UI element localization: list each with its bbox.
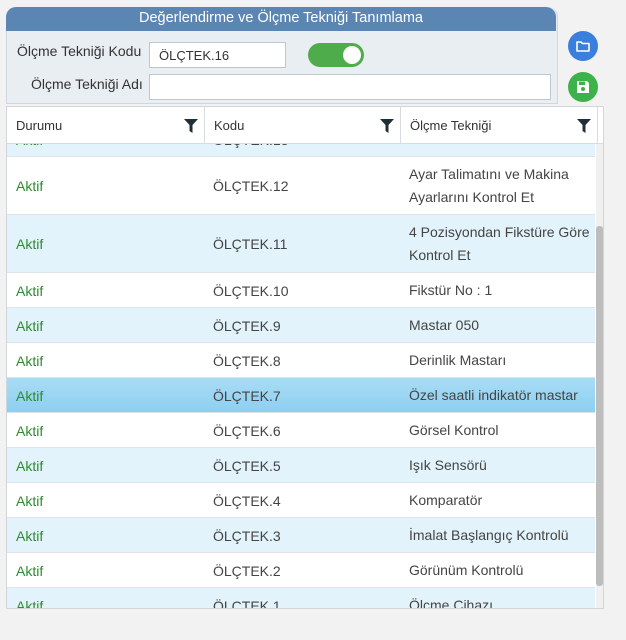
filter-icon[interactable] [380, 119, 394, 133]
save-icon [577, 81, 589, 93]
row-technique: Derinlik Mastarı [409, 352, 507, 368]
table-row[interactable]: Aktif ÖLÇTEK.10 Fikstür No : 1 [7, 273, 595, 308]
table-row[interactable]: Aktif ÖLÇTEK.5 Işık Sensörü [7, 448, 595, 483]
open-button[interactable] [568, 31, 598, 61]
row-technique: Mastar 050 [409, 317, 480, 333]
row-technique: Sensör ile Kontrol [409, 144, 591, 151]
row-code: ÖLÇTEK.8 [213, 353, 281, 369]
row-code: ÖLÇTEK.7 [213, 388, 281, 404]
row-status: Aktif [16, 528, 44, 544]
row-status: Aktif [16, 388, 44, 404]
row-technique: İmalat Başlangıç Kontrolü [409, 527, 569, 543]
row-technique: Görünüm Kontrolü [409, 562, 524, 578]
row-technique: Ölçme Cihazı [409, 597, 494, 608]
table-row[interactable]: Aktif ÖLÇTEK.1 Ölçme Cihazı [7, 588, 595, 608]
table-row[interactable]: Aktif ÖLÇTEK.7 Özel saatli indikatör masta… [7, 378, 595, 413]
code-label: Ölçme Tekniği Kodu [17, 43, 142, 59]
row-status: Aktif [16, 458, 44, 474]
active-toggle[interactable] [308, 43, 364, 67]
grid-body: Aktif ÖLÇTEK.13 Sensör ile Kontrol Aktif ÖLÇ… [7, 144, 595, 608]
row-code: ÖLÇTEK.1 [213, 598, 281, 608]
table-row[interactable]: Aktif ÖLÇTEK.8 Derinlik Mastarı [7, 343, 595, 378]
row-code: ÖLÇTEK.11 [213, 236, 288, 252]
save-button[interactable] [568, 72, 598, 102]
folder-icon [576, 41, 590, 52]
row-status: Aktif [16, 493, 44, 509]
row-status: Aktif [16, 144, 43, 148]
page-title: Değerlendirme ve Ölçme Tekniği Tanımlama [6, 7, 556, 31]
row-status: Aktif [16, 353, 44, 369]
table-row[interactable]: Aktif ÖLÇTEK.12 Ayar Talimatını ve Makina … [7, 157, 595, 215]
grid-header: Durumu Kodu Ölçme Tekniği [7, 107, 603, 144]
name-input[interactable] [149, 74, 551, 100]
vertical-scrollbar[interactable] [596, 144, 603, 608]
row-code: ÖLÇTEK.6 [213, 423, 281, 439]
row-code: ÖLÇTEK.4 [213, 493, 281, 509]
column-header-label: Ölçme Tekniği [410, 118, 492, 133]
code-input[interactable] [149, 42, 286, 68]
row-technique: Fikstür No : 1 [409, 282, 493, 298]
row-code: ÖLÇTEK.10 [213, 283, 289, 299]
toggle-knob [343, 46, 361, 64]
table-row[interactable]: Aktif ÖLÇTEK.4 Komparatör [7, 483, 595, 518]
name-label: Ölçme Tekniği Adı [31, 76, 143, 92]
row-status: Aktif [16, 318, 44, 334]
column-header-label: Durumu [16, 118, 63, 133]
row-code: ÖLÇTEK.12 [213, 178, 289, 194]
row-technique: Ayar Talimatını ve Makina Ayarlarını Kon… [409, 166, 569, 205]
table-row[interactable]: Aktif ÖLÇTEK.3 İmalat Başlangıç Kontrolü [7, 518, 595, 553]
row-code: ÖLÇTEK.9 [213, 318, 281, 334]
table-row[interactable]: Aktif ÖLÇTEK.2 Görünüm Kontrolü [7, 553, 595, 588]
row-status: Aktif [16, 598, 44, 608]
column-header-label: Kodu [214, 118, 245, 133]
row-technique: Işık Sensörü [409, 457, 487, 473]
row-technique: Komparatör [409, 492, 483, 508]
row-code: ÖLÇTEK.2 [213, 563, 281, 579]
row-technique: Görsel Kontrol [409, 422, 499, 438]
scrollbar-thumb[interactable] [596, 226, 603, 586]
row-code: ÖLÇTEK.5 [213, 458, 281, 474]
row-status: Aktif [16, 178, 44, 194]
grid-rows: Aktif ÖLÇTEK.13 Sensör ile Kontrol Aktif ÖLÇ… [7, 144, 595, 608]
row-status: Aktif [16, 423, 44, 439]
filter-icon[interactable] [184, 119, 198, 133]
table-row[interactable]: Aktif ÖLÇTEK.6 Görsel Kontrol [7, 413, 595, 448]
row-code: ÖLÇTEK.13 [213, 144, 288, 148]
row-code: ÖLÇTEK.3 [213, 528, 281, 544]
row-technique: 4 Pozisyondan Fikstüre Göre Kontrol Et [409, 224, 590, 263]
table-row[interactable]: Aktif ÖLÇTEK.13 Sensör ile Kontrol [7, 144, 595, 157]
row-status: Aktif [16, 563, 44, 579]
row-status: Aktif [16, 236, 44, 252]
table-row[interactable]: Aktif ÖLÇTEK.9 Mastar 050 [7, 308, 595, 343]
column-header-technique[interactable]: Ölçme Tekniği [401, 107, 598, 143]
column-header-code[interactable]: Kodu [205, 107, 401, 143]
technique-grid: Durumu Kodu Ölçme Tekniği Aktif ÖLÇTEK.13… [6, 106, 604, 609]
table-row[interactable]: Aktif ÖLÇTEK.11 4 Pozisyondan Fikstüre Gör… [7, 215, 595, 273]
column-header-status[interactable]: Durumu [7, 107, 205, 143]
filter-icon[interactable] [577, 119, 591, 133]
row-status: Aktif [16, 283, 44, 299]
row-technique: Özel saatli indikatör mastar [409, 387, 578, 403]
